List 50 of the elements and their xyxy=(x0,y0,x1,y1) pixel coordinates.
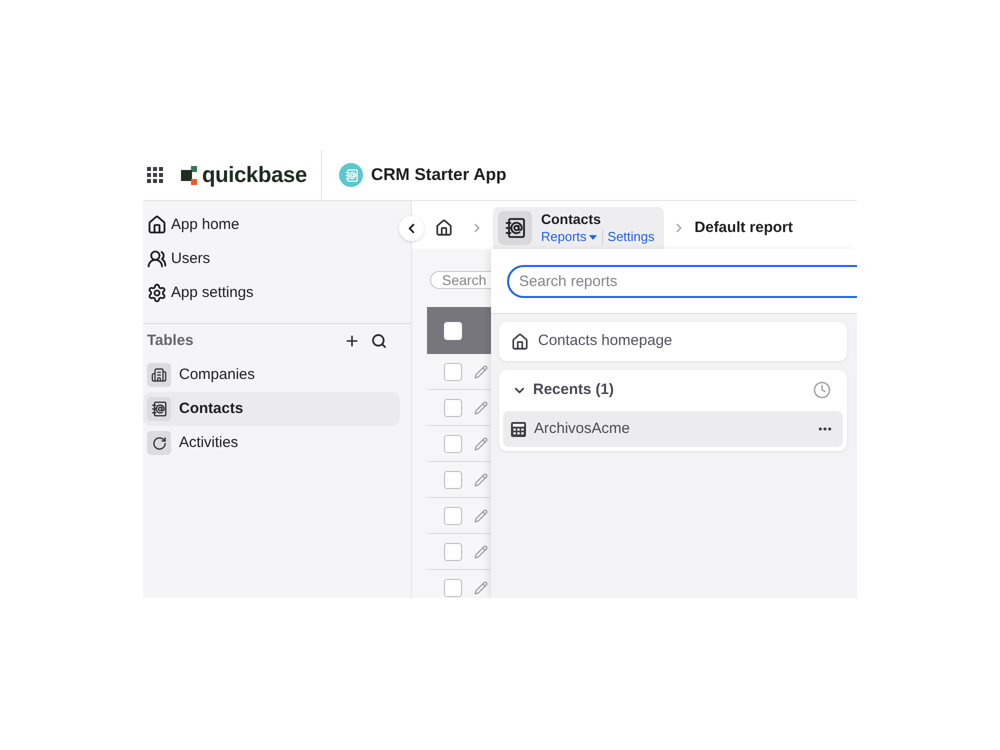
pencil-icon[interactable] xyxy=(474,580,488,594)
search-field[interactable]: Search xyxy=(430,271,491,289)
search-icon[interactable] xyxy=(371,333,387,349)
report-search-field[interactable]: Search reports xyxy=(507,265,857,298)
pencil-icon[interactable] xyxy=(474,508,488,522)
table-name[interactable]: Contacts xyxy=(541,210,655,228)
calculator-icon xyxy=(511,422,526,436)
caret-icon xyxy=(588,234,597,240)
home-icon xyxy=(147,215,167,235)
row-checkbox[interactable] xyxy=(444,542,462,560)
building-icon xyxy=(147,363,171,387)
pencil-icon[interactable] xyxy=(474,472,488,486)
settings-icon xyxy=(147,283,167,303)
table-item[interactable]: Contacts xyxy=(143,392,400,426)
section-heading: Tables xyxy=(147,330,194,351)
home-icon xyxy=(511,332,529,350)
grid-menu-icon[interactable] xyxy=(147,167,163,183)
homepage-link[interactable]: Contacts homepage xyxy=(499,322,847,361)
refresh-icon xyxy=(147,431,171,455)
nav-item[interactable]: Users xyxy=(143,242,218,276)
contact-book-icon xyxy=(147,397,171,421)
row-checkbox[interactable] xyxy=(444,434,462,452)
clock-icon xyxy=(813,381,831,399)
recents-toggle[interactable]: Recents (1) xyxy=(512,378,614,402)
table-item[interactable]: Companies xyxy=(143,358,400,392)
app-title: CRM Starter App xyxy=(371,164,506,186)
row-checkbox[interactable] xyxy=(444,362,462,380)
pencil-icon[interactable] xyxy=(474,544,488,558)
nav-item[interactable]: App settings xyxy=(143,276,262,310)
contact-book-icon xyxy=(498,211,532,245)
pencil-icon[interactable] xyxy=(474,364,488,378)
reports-menu-link[interactable]: Reports xyxy=(541,228,597,246)
breadcrumb-current: Default report xyxy=(694,218,793,238)
pencil-icon[interactable] xyxy=(474,400,488,414)
table-item[interactable]: Activities xyxy=(143,426,400,460)
row-checkbox[interactable] xyxy=(444,398,462,416)
users-icon xyxy=(147,249,167,269)
row-checkbox[interactable] xyxy=(444,470,462,488)
row-checkbox[interactable] xyxy=(444,506,462,524)
add-icon[interactable] xyxy=(344,333,360,349)
app-icon xyxy=(339,163,363,187)
select-all-checkbox[interactable] xyxy=(444,322,462,340)
pencil-icon[interactable] xyxy=(474,436,488,450)
logo-mark-icon xyxy=(181,166,197,184)
home-icon[interactable] xyxy=(435,219,453,237)
nav-item[interactable]: App home xyxy=(143,208,248,242)
recent-report-item[interactable]: ArchivosAcme xyxy=(503,411,843,447)
row-checkbox[interactable] xyxy=(444,578,462,596)
logo-wordmark: quickbase xyxy=(202,164,307,186)
settings-link[interactable]: Settings xyxy=(608,228,655,246)
